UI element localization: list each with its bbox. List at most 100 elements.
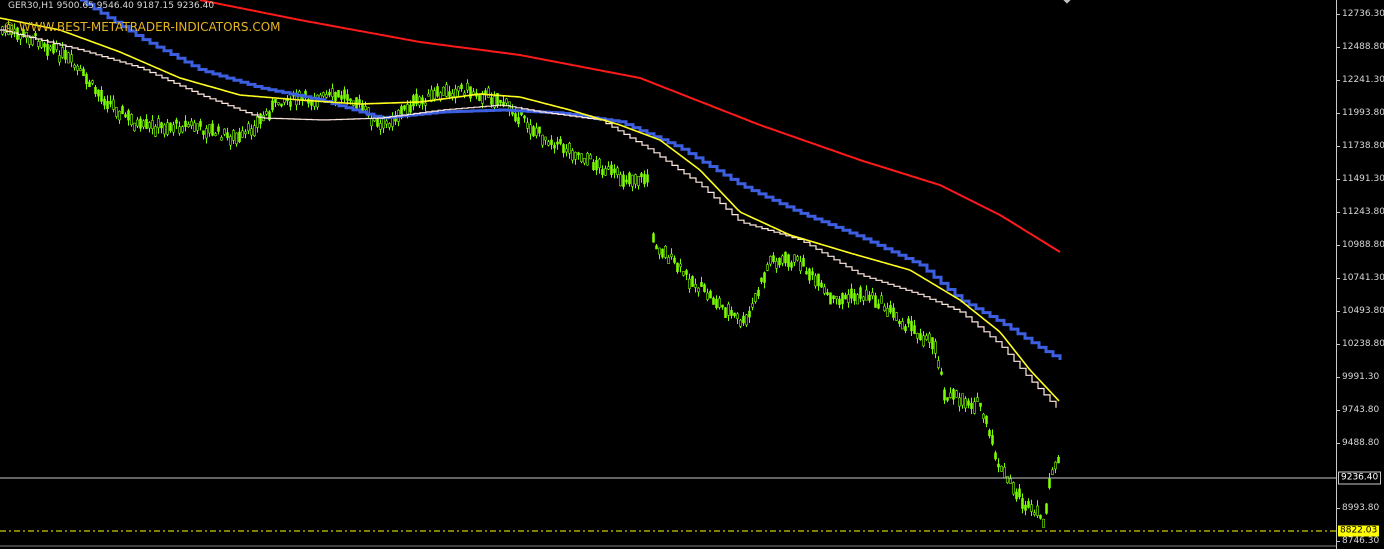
candle-body: [790, 262, 793, 268]
candle-body: [553, 144, 556, 149]
candle-body: [637, 176, 640, 187]
candle-body: [685, 270, 688, 275]
candle-body: [400, 106, 403, 115]
symbol-info-line: GER30,H1 9500.65 9546.40 9187.15 9236.40: [8, 1, 214, 12]
candle-body: [544, 136, 547, 141]
candle-body: [340, 95, 343, 100]
symbol-label: GER30,H1: [8, 1, 54, 11]
candle-body: [772, 255, 775, 262]
candle-body: [538, 126, 541, 134]
candle-body: [940, 371, 943, 375]
candle-body: [949, 392, 952, 398]
candle-body: [406, 104, 409, 115]
candle-body: [808, 268, 811, 281]
candle-body: [1027, 501, 1030, 508]
price-tick-mark: [1336, 508, 1340, 509]
candle-body: [151, 120, 154, 130]
candle-body: [460, 84, 463, 90]
candle-body: [478, 94, 481, 101]
candle-body: [388, 123, 391, 128]
candle-body: [640, 173, 643, 178]
candle-body: [748, 310, 751, 318]
candle-body: [907, 318, 910, 324]
candle-body: [643, 174, 646, 185]
price-tick-label: 12736.30: [1342, 9, 1384, 19]
candle-body: [1024, 504, 1027, 511]
candle-body: [676, 262, 679, 273]
candle-body: [274, 99, 277, 103]
candle-body: [79, 68, 82, 71]
candle-body: [742, 315, 745, 324]
candle-body: [739, 319, 742, 327]
candle-body: [592, 162, 595, 170]
price-chart-canvas[interactable]: [0, 0, 1384, 549]
candle-body: [628, 172, 631, 185]
candle-body: [61, 47, 64, 58]
candle-body: [607, 166, 610, 170]
candle-body: [163, 124, 166, 135]
candle-body: [967, 400, 970, 406]
price-tick-label: 11491.30: [1342, 174, 1384, 184]
candle-body: [883, 305, 886, 312]
candle-body: [886, 307, 889, 317]
candle-body: [586, 153, 589, 166]
price-tick-label: 11243.80: [1342, 207, 1384, 217]
candle-body: [706, 292, 709, 300]
candle-body: [253, 125, 256, 136]
candle-body: [658, 247, 661, 255]
candle-body: [697, 287, 700, 293]
candle-body: [973, 401, 976, 414]
candle-body: [925, 335, 928, 340]
price-tick-label: 9743.80: [1342, 405, 1380, 415]
candle-body: [823, 286, 826, 294]
candle-body: [712, 297, 715, 305]
candle-body: [964, 398, 967, 409]
candle-body: [562, 144, 565, 154]
candle-body: [550, 139, 553, 145]
candle-body: [109, 101, 112, 105]
candle-body: [832, 295, 835, 300]
candle-body: [1009, 478, 1012, 484]
candle-body: [235, 132, 238, 145]
candle-body: [1048, 478, 1051, 489]
candle-body: [715, 299, 718, 308]
candle-body: [709, 290, 712, 299]
candle-body: [142, 120, 145, 128]
candle-body: [523, 115, 526, 119]
price-tick-label: 9488.80: [1342, 438, 1380, 448]
candle-body: [895, 312, 898, 321]
candle-body: [130, 114, 133, 126]
candle-body: [67, 52, 70, 64]
candle-body: [673, 257, 676, 263]
candle-body: [961, 393, 964, 406]
candle-body: [1036, 505, 1039, 516]
candle-body: [103, 98, 106, 106]
candle-body: [520, 112, 523, 116]
candle-body: [850, 288, 853, 299]
candle-body: [931, 337, 934, 350]
candle-body: [250, 128, 253, 136]
candle-body: [241, 130, 244, 138]
candle-body: [379, 123, 382, 130]
candlestick-series: [1, 21, 1060, 528]
candle-body: [238, 131, 241, 143]
price-tick-label: 8993.80: [1342, 503, 1380, 513]
candle-body: [115, 107, 118, 117]
candle-body: [826, 292, 829, 295]
candle-body: [73, 64, 76, 68]
candle-body: [1039, 515, 1042, 519]
candle-body: [1030, 504, 1033, 512]
candle-body: [844, 294, 847, 300]
candle-body: [82, 68, 85, 77]
candle-body: [424, 102, 427, 106]
candle-body: [271, 100, 274, 111]
candle-body: [994, 452, 997, 460]
candle-body: [328, 91, 331, 96]
candle-body: [445, 84, 448, 97]
candle-body: [889, 304, 892, 313]
chart-window[interactable]: GER30,H1 9500.65 9546.40 9187.15 9236.40…: [0, 0, 1384, 549]
candle-body: [187, 124, 190, 128]
candle-body: [922, 335, 925, 347]
candle-body: [52, 43, 55, 54]
candle-body: [214, 133, 217, 136]
